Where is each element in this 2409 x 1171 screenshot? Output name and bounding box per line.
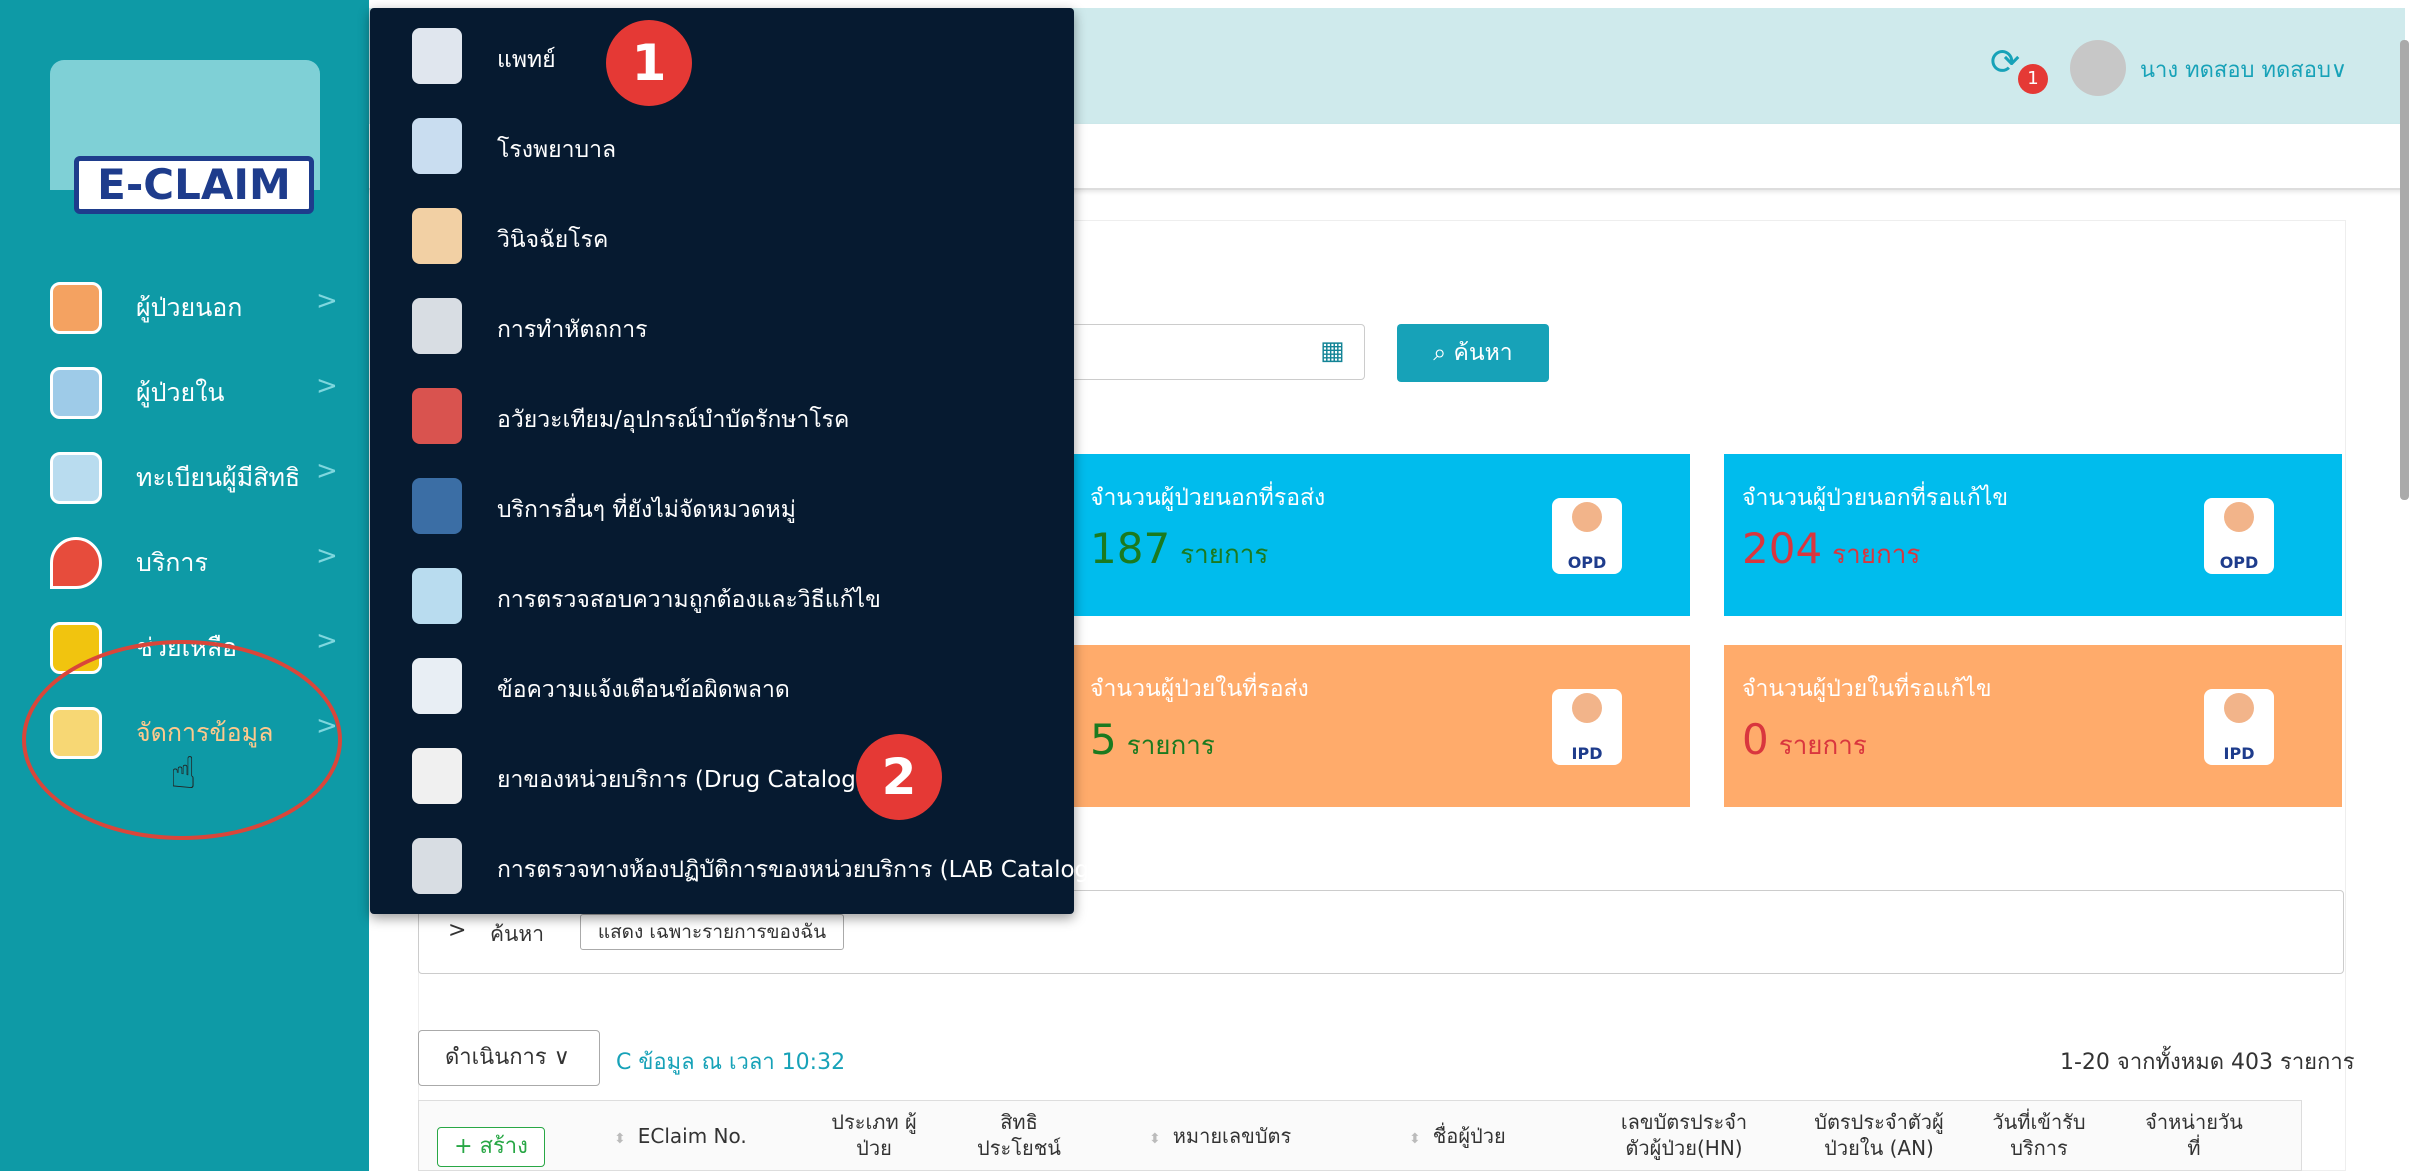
stat-card-opd-pending[interactable]: จำนวนผู้ป่วยนอกที่รอส่ง 187 รายการ OPD [1072, 454, 1690, 616]
actions-dropdown[interactable]: ดำเนินการ ∨ [418, 1030, 600, 1086]
search-icon: ⌕ [1433, 340, 1454, 366]
submenu-item-error-messages[interactable]: ข้อความแจ้งเตือนข้อผิดพลาด [370, 642, 1074, 732]
submenu-item-doctor[interactable]: แพทย์ [370, 12, 1074, 102]
error-alert-icon [412, 658, 462, 714]
submenu-item-hospital[interactable]: โรงพยาบาล [370, 102, 1074, 192]
column-header[interactable]: จำหน่ายวัน ที่ [2139, 1109, 2249, 1161]
prosthesis-icon [412, 388, 462, 444]
claims-table-header: + สร้าง ⬍ EClaim No. ประเภท ผู้ป่วย สิทธิ… [418, 1100, 2302, 1171]
sidebar-item-label: ทะเบียนผู้มีสิทธิ [136, 463, 301, 492]
pagination-summary: 1-20 จากทั้งหมด 403 รายการ [2060, 1050, 2355, 1075]
sidebar: E-CLAIM ผู้ป่วยนอก > ผู้ป่วยใน > ทะเบียน… [0, 0, 369, 1171]
data-management-submenu: แพทย์ โรงพยาบาล วินิจฉัยโรค การทำหัตถการ… [370, 8, 1098, 914]
stat-title: จำนวนผู้ป่วยนอกที่รอแก้ไข [1742, 485, 2009, 511]
sidebar-item-label: ผู้ป่วยนอก [136, 293, 243, 322]
vertical-scrollbar[interactable] [2400, 40, 2409, 500]
my-items-filter-chip[interactable]: แสดง เฉพาะรายการของฉัน [580, 914, 844, 950]
column-header[interactable]: บัตรประจำตัวผู้ ป่วยใน (AN) [1799, 1109, 1959, 1161]
ipd-hourglass-icon: IPD [1552, 689, 1622, 765]
drug-icon [412, 748, 462, 804]
calendar-icon[interactable]: ▦ [1320, 336, 1345, 366]
user-menu[interactable]: นาง ทดสอบ ทดสอบ∨ [2140, 52, 2347, 87]
sidebar-item-ipd[interactable]: ผู้ป่วยใน > [0, 353, 369, 433]
stat-value: 0 รายการ [1742, 715, 1867, 764]
sidebar-item-label: บริการ [136, 548, 208, 577]
ipd-patient-icon [50, 367, 102, 419]
chevron-right-icon: > [316, 371, 338, 401]
filter-toggle[interactable]: ค้นหา [490, 918, 544, 951]
service-pin-icon [50, 537, 102, 589]
ipd-pencil-icon: IPD [2204, 689, 2274, 765]
sidebar-item-registry[interactable]: ทะเบียนผู้มีสิทธิ > [0, 438, 369, 518]
headset-icon [412, 478, 462, 534]
stat-card-ipd-fix[interactable]: จำนวนผู้ป่วยในที่รอแก้ไข 0 รายการ IPD [1724, 645, 2342, 807]
microscope-icon [412, 838, 462, 894]
eclaim-logo[interactable]: E-CLAIM [30, 60, 340, 214]
column-header[interactable]: เลขบัตรประจำ ตัวผู้ป่วย(HN) [1609, 1109, 1759, 1161]
opd-patient-icon [50, 282, 102, 334]
step-badge-1: 1 [606, 20, 692, 106]
submenu-item-lab-catalog[interactable]: การตรวจทางห้องปฏิบัติการของหน่วยบริการ (… [370, 822, 1098, 912]
stat-title: จำนวนผู้ป่วยนอกที่รอส่ง [1090, 485, 1326, 511]
stat-value: 204 รายการ [1742, 524, 1921, 573]
submenu-item-procedure[interactable]: การทำหัตถการ [370, 282, 1074, 372]
stat-card-ipd-pending[interactable]: จำนวนผู้ป่วยในที่รอส่ง 5 รายการ IPD [1072, 645, 1690, 807]
search-button[interactable]: ⌕ ค้นหา [1397, 324, 1549, 382]
create-button[interactable]: + สร้าง [437, 1127, 545, 1167]
hospital-icon [412, 118, 462, 174]
stat-title: จำนวนผู้ป่วยในที่รอส่ง [1090, 676, 1309, 702]
avatar[interactable] [2070, 40, 2126, 96]
chevron-right-icon: > [316, 541, 338, 571]
column-header[interactable]: สิทธิ ประโยชน์ [959, 1109, 1079, 1161]
opd-pencil-icon: OPD [2204, 498, 2274, 574]
stat-value: 187 รายการ [1090, 524, 1269, 573]
data-refresh-time[interactable]: C ข้อมูล ณ เวลา 10:32 [616, 1044, 845, 1079]
surgery-tools-icon [412, 298, 462, 354]
column-header[interactable]: วันที่เข้ารับ บริการ [1979, 1109, 2099, 1161]
highlight-circle [22, 640, 342, 840]
logo-text: E-CLAIM [74, 156, 314, 214]
sidebar-item-opd[interactable]: ผู้ป่วยนอก > [0, 268, 369, 348]
pointer-hand-icon: ☝ [170, 748, 197, 799]
refresh-icon[interactable]: ⟳ [1990, 42, 2020, 83]
chevron-right-icon: > [316, 456, 338, 486]
chevron-right-icon[interactable]: > [448, 918, 466, 943]
stat-value: 5 รายการ [1090, 715, 1215, 764]
chevron-right-icon: > [316, 626, 338, 656]
column-header[interactable]: ⬍ ชื่อผู้ป่วย [1409, 1123, 1506, 1152]
submenu-item-validation[interactable]: การตรวจสอบความถูกต้องและวิธีแก้ไข [370, 552, 1074, 642]
submenu-item-prosthesis[interactable]: อวัยวะเทียม/อุปกรณ์บำบัดรักษาโรค [370, 372, 1074, 462]
submenu-item-drug-catalog[interactable]: ยาของหน่วยบริการ (Drug Catalog) [370, 732, 1074, 822]
registry-icon [50, 452, 102, 504]
opd-hourglass-icon: OPD [1552, 498, 1622, 574]
submenu-item-diagnosis[interactable]: วินิจฉัยโรค [370, 192, 1074, 282]
column-header[interactable]: ⬍ หมายเลขบัตร [1149, 1123, 1291, 1152]
doctor-icon [412, 28, 462, 84]
sidebar-item-service[interactable]: บริการ > [0, 523, 369, 603]
step-badge-2: 2 [856, 734, 942, 820]
submenu-item-other-services[interactable]: บริการอื่นๆ ที่ยังไม่จัดหมวดหมู่ [370, 462, 1074, 552]
stat-card-opd-fix[interactable]: จำนวนผู้ป่วยนอกที่รอแก้ไข 204 รายการ OPD [1724, 454, 2342, 616]
search-button-label: ค้นหา [1453, 340, 1513, 366]
chevron-right-icon: > [316, 286, 338, 316]
validation-icon [412, 568, 462, 624]
stat-title: จำนวนผู้ป่วยในที่รอแก้ไข [1742, 676, 1992, 702]
notification-badge: 1 [2018, 64, 2048, 94]
column-header[interactable]: ประเภท ผู้ป่วย [819, 1109, 929, 1161]
diagnosis-icon [412, 208, 462, 264]
sidebar-item-label: ผู้ป่วยใน [136, 378, 225, 407]
column-header[interactable]: ⬍ EClaim No. [614, 1123, 747, 1152]
